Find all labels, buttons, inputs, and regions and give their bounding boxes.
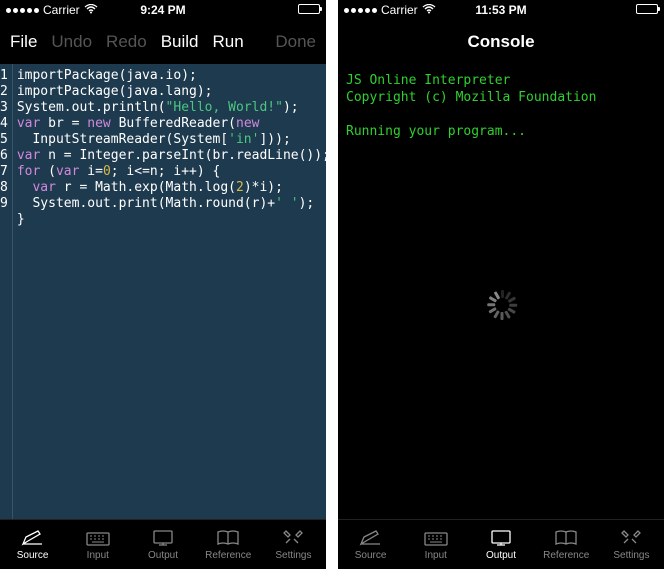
tab-reference[interactable]: Reference — [196, 520, 261, 569]
status-bar: Carrier 11:53 PM — [338, 0, 664, 20]
build-button[interactable]: Build — [161, 32, 199, 52]
monitor-icon — [488, 528, 514, 548]
wifi-icon — [422, 4, 436, 17]
tab-label: Output — [148, 550, 178, 561]
battery-icon — [636, 3, 658, 17]
keyboard-icon — [423, 528, 449, 548]
status-bar: Carrier 9:24 PM — [0, 0, 326, 20]
file-menu[interactable]: File — [10, 32, 37, 52]
tab-settings[interactable]: Settings — [599, 520, 664, 569]
tools-icon — [280, 528, 306, 548]
undo-button[interactable]: Undo — [51, 32, 92, 52]
pen-icon — [358, 528, 384, 548]
carrier-label: Carrier — [381, 3, 418, 17]
monitor-icon — [150, 528, 176, 548]
tab-label: Reference — [205, 550, 251, 561]
done-button[interactable]: Done — [275, 32, 316, 52]
code-editor[interactable]: 123456789 importPackage(java.io);importP… — [0, 64, 326, 519]
clock: 9:24 PM — [140, 3, 185, 17]
signal-icon — [6, 8, 39, 13]
loading-spinner-icon — [486, 290, 516, 320]
tab-settings[interactable]: Settings — [261, 520, 326, 569]
battery-icon — [298, 3, 320, 17]
line-gutter: 123456789 — [0, 64, 13, 519]
book-icon — [553, 528, 579, 548]
redo-button[interactable]: Redo — [106, 32, 147, 52]
tab-output[interactable]: Output — [130, 520, 195, 569]
run-button[interactable]: Run — [213, 32, 244, 52]
book-icon — [215, 528, 241, 548]
console-output[interactable]: JS Online InterpreterCopyright (c) Mozil… — [338, 64, 664, 519]
tab-label: Output — [486, 550, 516, 561]
tab-bar: Source Input Output Reference Settings — [0, 519, 326, 569]
phone-right: Carrier 11:53 PM Console JS Online Inter… — [338, 0, 664, 569]
tab-reference[interactable]: Reference — [534, 520, 599, 569]
pen-icon — [20, 528, 46, 548]
keyboard-icon — [85, 528, 111, 548]
tab-label: Source — [355, 550, 387, 561]
tab-input[interactable]: Input — [65, 520, 130, 569]
wifi-icon — [84, 4, 98, 17]
tab-label: Settings — [613, 550, 649, 561]
carrier-label: Carrier — [43, 3, 80, 17]
tab-label: Reference — [543, 550, 589, 561]
clock: 11:53 PM — [475, 3, 526, 17]
tab-input[interactable]: Input — [403, 520, 468, 569]
tab-source[interactable]: Source — [338, 520, 403, 569]
tools-icon — [618, 528, 644, 548]
code-area[interactable]: importPackage(java.io);importPackage(jav… — [13, 64, 326, 519]
console-toolbar: Console — [338, 20, 664, 64]
tab-label: Input — [87, 550, 109, 561]
editor-toolbar: File Undo Redo Build Run Done — [0, 20, 326, 64]
tab-label: Settings — [275, 550, 311, 561]
tab-source[interactable]: Source — [0, 520, 65, 569]
tab-label: Input — [425, 550, 447, 561]
phone-left: Carrier 9:24 PM File Undo Redo Build Run… — [0, 0, 326, 569]
signal-icon — [344, 8, 377, 13]
tab-output[interactable]: Output — [468, 520, 533, 569]
tab-bar: Source Input Output Reference Settings — [338, 519, 664, 569]
console-title: Console — [467, 32, 534, 52]
tab-label: Source — [17, 550, 49, 561]
